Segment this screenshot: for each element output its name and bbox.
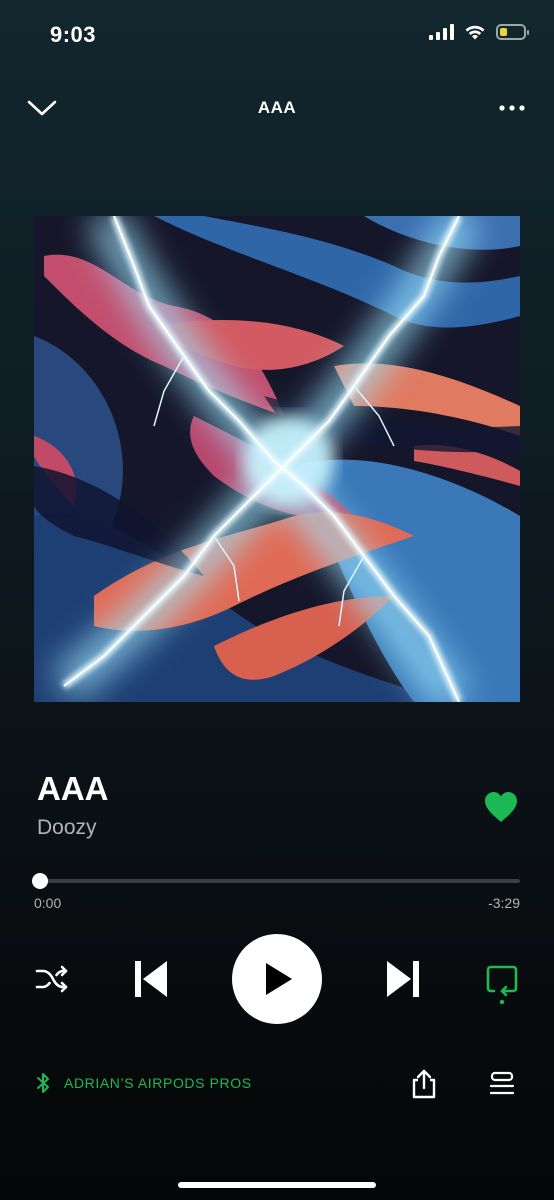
share-icon — [412, 1069, 436, 1099]
remaining-time: -3:29 — [488, 895, 520, 911]
page-title: AAA — [257, 98, 297, 117]
track-title: AAA — [37, 770, 109, 807]
skip-next-icon — [387, 961, 419, 997]
queue-button[interactable] — [482, 1064, 522, 1104]
bottom-bar: ADRIAN’S AIRPODS PROS — [0, 1062, 554, 1106]
repeat-button[interactable] — [480, 959, 524, 1007]
connected-device-button[interactable]: ADRIAN’S AIRPODS PROS — [36, 1072, 252, 1094]
more-horizontal-icon — [499, 105, 525, 111]
album-artwork-image — [34, 216, 520, 702]
next-track-button[interactable] — [380, 959, 428, 999]
like-button[interactable] — [483, 790, 523, 830]
cellular-signal-icon — [429, 24, 454, 40]
play-button[interactable] — [232, 934, 322, 1024]
more-options-button[interactable] — [490, 88, 534, 128]
status-bar: 9:03 — [0, 0, 554, 70]
shuffle-button[interactable] — [30, 961, 74, 997]
wifi-icon — [465, 25, 485, 40]
skip-previous-icon — [135, 961, 167, 997]
track-info: AAA Doozy — [37, 770, 517, 850]
playback-controls — [0, 934, 554, 1024]
playback-progress-bar[interactable] — [32, 872, 520, 892]
status-time: 9:03 — [50, 22, 97, 47]
track-artist[interactable]: Doozy — [37, 816, 517, 840]
status-icons — [429, 24, 529, 40]
album-artwork — [34, 216, 520, 702]
share-button[interactable] — [404, 1064, 444, 1104]
home-indicator[interactable] — [178, 1182, 376, 1188]
player-header: AAA — [0, 88, 554, 128]
repeat-icon — [486, 965, 518, 1005]
progress-scrubber-handle[interactable] — [32, 873, 48, 889]
heart-filled-icon — [485, 792, 517, 822]
shuffle-icon — [35, 965, 68, 993]
bluetooth-icon — [37, 1073, 49, 1093]
device-name: ADRIAN’S AIRPODS PROS — [64, 1075, 252, 1091]
progress-track — [40, 879, 520, 883]
elapsed-time: 0:00 — [34, 895, 62, 911]
play-icon — [266, 963, 292, 995]
battery-low-icon — [496, 24, 529, 40]
queue-icon — [489, 1071, 515, 1095]
previous-track-button[interactable] — [126, 959, 174, 999]
